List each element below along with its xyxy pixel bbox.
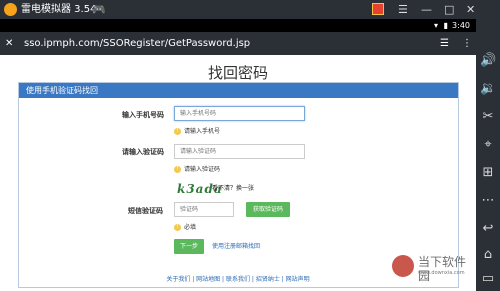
watermark-text: 当下软件园 — [418, 255, 467, 283]
captcha-label: 请输入验证码 — [122, 148, 164, 156]
back-icon[interactable]: ↩ — [480, 221, 496, 237]
android-statusbar: ▾ ▮ 3:40 — [0, 19, 476, 32]
overflow-menu-icon[interactable]: ⋮ — [462, 36, 472, 51]
watermark-url: www.downxia.com — [418, 270, 465, 276]
gamepad-icon[interactable]: 🎮 — [92, 3, 106, 16]
maximize-icon[interactable]: □ — [444, 3, 454, 16]
emulator-logo-icon — [4, 3, 17, 16]
volume-up-icon[interactable]: 🔊 — [480, 53, 496, 69]
site-watermark: 当下软件园 www.downxia.com — [392, 254, 476, 283]
emulator-titlebar: 雷电模拟器 3.54 🎮 ☰ — □ ✕ — [0, 0, 500, 19]
wifi-icon: ▾ — [433, 21, 438, 30]
menu-icon[interactable]: ☰ — [398, 3, 408, 16]
info-icon: ! — [174, 166, 181, 173]
get-code-button[interactable]: 获取验证码 — [246, 202, 290, 217]
minimize-icon[interactable]: — — [421, 3, 432, 16]
info-icon: ! — [174, 128, 181, 135]
sms-hint: ! 必填 — [174, 224, 196, 232]
phone-input[interactable] — [174, 106, 305, 121]
sms-code-input[interactable] — [174, 202, 234, 217]
battery-icon: ▮ — [443, 21, 448, 30]
next-button[interactable]: 下一步 — [174, 239, 204, 254]
sms-hint-text: 必填 — [184, 224, 197, 231]
phone-hint: ! 请输入手机号 — [174, 128, 220, 136]
emulator-title: 雷电模拟器 3.54 — [21, 4, 97, 15]
url-field[interactable]: sso.ipmph.com/SSORegister/GetPassword.js… — [24, 36, 250, 51]
panel-header: 使用手机验证码找回 — [19, 83, 458, 98]
status-time: 3:40 — [452, 21, 470, 30]
watermark-logo-icon — [392, 255, 414, 277]
captcha-hint: ! 请输入验证码 — [174, 166, 220, 174]
sms-label: 短信验证码 — [128, 207, 163, 215]
apps-icon[interactable]: ▭ — [480, 271, 496, 287]
home-icon[interactable]: ⌂ — [480, 247, 496, 263]
info-icon: ! — [174, 224, 181, 231]
phone-label: 输入手机号码 — [122, 111, 164, 119]
captcha-refresh-link[interactable]: 看不清？换一张 — [212, 185, 254, 193]
more-icon[interactable]: ⋯ — [480, 193, 496, 209]
captcha-input[interactable] — [174, 144, 305, 159]
close-icon[interactable]: ✕ — [466, 3, 475, 16]
captcha-hint-text: 请输入验证码 — [184, 166, 221, 173]
scissors-icon[interactable]: ✂ — [480, 109, 496, 125]
location-icon[interactable]: ⌖ — [480, 137, 496, 153]
tabs-icon[interactable]: ☰ — [440, 36, 449, 51]
browser-urlbar: ✕ sso.ipmph.com/SSORegister/GetPassword.… — [0, 32, 476, 55]
page-title: 找回密码 — [207, 64, 268, 82]
phone-hint-text: 请输入手机号 — [184, 128, 221, 135]
volume-down-icon[interactable]: 🔉 — [480, 81, 496, 97]
email-recovery-link[interactable]: 使用注册邮箱找回 — [212, 243, 260, 251]
close-tab-icon[interactable]: ✕ — [5, 36, 13, 51]
emulator-sidebar: 🔊 🔉 ✂ ⌖ ⊞ ⋯ ↩ ⌂ ▭ — [476, 19, 500, 291]
add-icon[interactable]: ⊞ — [480, 165, 496, 181]
gift-icon[interactable] — [372, 3, 384, 15]
